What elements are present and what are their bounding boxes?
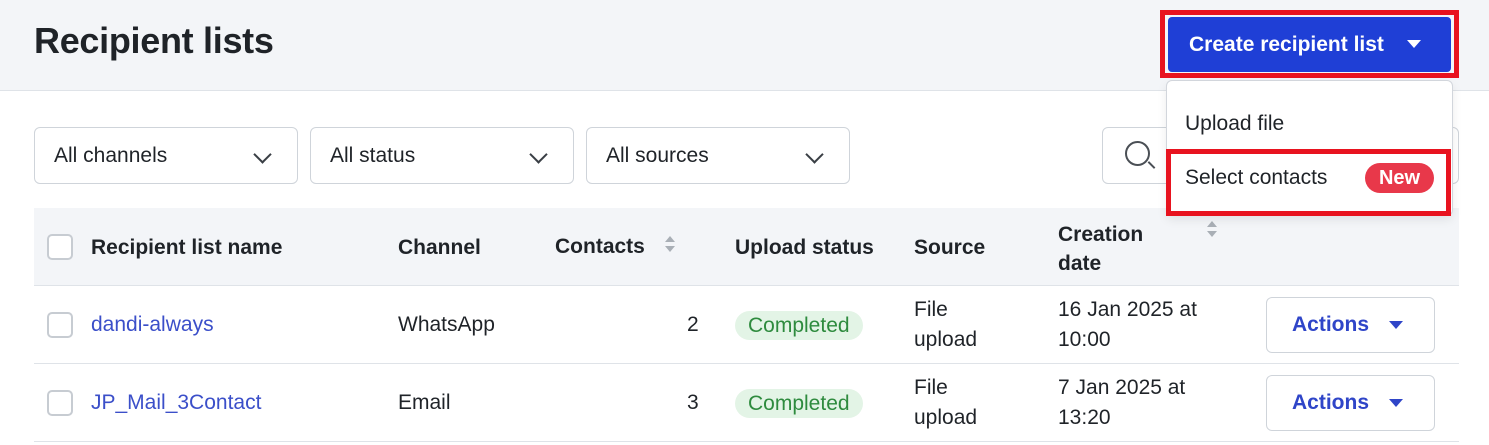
source-line2: upload [914, 406, 978, 429]
col-header-upload-status: Upload status [735, 236, 874, 259]
date-line2: 13:20 [1058, 406, 1111, 429]
date-line1: 16 Jan 2025 at [1058, 298, 1197, 321]
row-checkbox[interactable] [47, 312, 73, 338]
col-header-contacts[interactable]: Contacts [555, 235, 645, 259]
chevron-down-icon [529, 145, 548, 164]
actions-label: Actions [1292, 391, 1370, 414]
chevron-down-icon [805, 145, 824, 164]
page-title: Recipient lists [34, 20, 274, 61]
source-filter-label: All sources [606, 144, 709, 167]
table-row: JP_Mail_3Contact Email 3 Completed File … [34, 364, 1459, 442]
col-header-name: Recipient list name [91, 236, 283, 259]
actions-button[interactable]: Actions [1266, 375, 1435, 431]
date-line1: 7 Jan 2025 at [1058, 376, 1186, 399]
channel-cell: WhatsApp [398, 313, 495, 336]
source-line2: upload [914, 328, 978, 351]
contacts-cell: 3 [687, 391, 699, 414]
channel-cell: Email [398, 391, 451, 414]
table-row: dandi-always WhatsApp 2 Completed File u… [34, 286, 1459, 364]
source-filter[interactable]: All sources [586, 127, 850, 184]
col-header-source: Source [914, 236, 986, 259]
status-badge: Completed [735, 389, 863, 418]
status-filter-label: All status [330, 144, 416, 167]
actions-label: Actions [1292, 313, 1370, 336]
creation-date-cell: 16 Jan 2025 at 10:00 [1058, 295, 1197, 355]
sort-icon[interactable] [1207, 221, 1217, 239]
status-badge: Completed [735, 311, 863, 340]
channel-filter[interactable]: All channels [34, 127, 298, 184]
row-checkbox[interactable] [47, 390, 73, 416]
search-icon [1125, 141, 1150, 166]
creation-date-cell: 7 Jan 2025 at 13:20 [1058, 373, 1185, 433]
source-line1: File [914, 298, 948, 321]
recipient-list-link[interactable]: dandi-always [91, 313, 214, 337]
col-header-channel: Channel [398, 236, 481, 259]
recipient-list-link[interactable]: JP_Mail_3Contact [91, 391, 261, 415]
sort-icon[interactable] [665, 236, 675, 254]
source-line1: File [914, 376, 948, 399]
creation-header-line1: Creation [1058, 223, 1144, 246]
table-header: Recipient list name Channel Contacts Upl… [34, 208, 1459, 286]
source-cell: File upload [914, 373, 977, 433]
select-all-checkbox[interactable] [47, 234, 73, 260]
caret-down-icon [1389, 321, 1403, 329]
status-filter[interactable]: All status [310, 127, 574, 184]
caret-down-icon [1407, 40, 1421, 48]
menu-item-upload-file[interactable]: Upload file [1185, 112, 1284, 136]
source-cell: File upload [914, 295, 977, 355]
caret-down-icon [1389, 399, 1403, 407]
select-contacts-highlight [1166, 149, 1451, 216]
actions-button[interactable]: Actions [1266, 297, 1435, 353]
date-line2: 10:00 [1058, 328, 1111, 351]
col-header-creation-date[interactable]: Creation date [1058, 220, 1143, 278]
contacts-cell: 2 [687, 313, 699, 336]
create-recipient-list-label: Create recipient list [1189, 32, 1384, 56]
create-recipient-list-button[interactable]: Create recipient list [1168, 17, 1451, 72]
channel-filter-label: All channels [54, 144, 168, 167]
creation-header-line2: date [1058, 252, 1102, 275]
chevron-down-icon [253, 145, 272, 164]
